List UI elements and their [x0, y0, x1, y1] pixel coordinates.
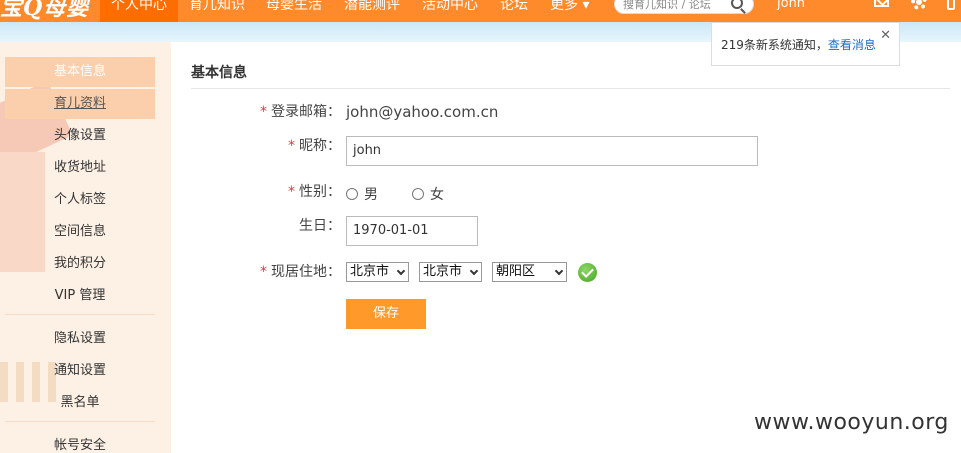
- chevron-down-icon: [554, 266, 564, 276]
- chevron-down-icon: [469, 266, 479, 276]
- email-label-text: 登录邮箱：: [271, 104, 341, 120]
- gender-female-radio[interactable]: 女: [412, 184, 444, 204]
- required-mark: *: [260, 264, 267, 280]
- radio-circle-icon[interactable]: [412, 188, 424, 200]
- birthday-input[interactable]: 1970-01-01: [346, 216, 478, 246]
- mobile-icon[interactable]: [947, 0, 955, 10]
- top-nav: 宝Q母婴 个人中心 育儿知识 母婴生活 潜能测评 活动中心 论坛 更多 ▾ 搜育…: [0, 0, 961, 22]
- birthday-label: 生日：: [299, 218, 341, 234]
- sidebar-divider: [5, 421, 155, 422]
- nickname-label: * 昵称：: [288, 137, 341, 155]
- notification-text: 219条新系统通知，查看消息: [721, 36, 876, 53]
- check-icon: [578, 263, 597, 282]
- mail-icon[interactable]: [874, 0, 889, 7]
- gender-label: * 性别：: [288, 183, 341, 201]
- sidebar-item-vip-management[interactable]: VIP 管理: [5, 281, 155, 311]
- sidebar-divider: [5, 314, 155, 315]
- chevron-down-icon: [396, 266, 406, 276]
- site-logo[interactable]: 宝Q母婴: [0, 0, 89, 21]
- nav-item-personal-center[interactable]: 个人中心: [100, 0, 178, 22]
- province-select[interactable]: 北京市: [346, 262, 409, 282]
- sidebar-item-basic-info[interactable]: 基本信息: [5, 57, 155, 87]
- nickname-input[interactable]: john: [346, 136, 758, 166]
- sidebar-item-personal-tags[interactable]: 个人标签: [5, 185, 155, 215]
- nav-more-label: 更多: [550, 0, 578, 13]
- nickname-label-text: 昵称：: [299, 138, 341, 154]
- nav-item-parenting-knowledge[interactable]: 育儿知识: [178, 0, 256, 22]
- nav-item-potential-test[interactable]: 潜能测评: [333, 0, 411, 22]
- nav-item-activity-center[interactable]: 活动中心: [411, 0, 489, 22]
- sidebar-item-account-security[interactable]: 帐号安全: [5, 431, 155, 453]
- watermark-text: www.wooyun.org: [754, 410, 949, 435]
- sidebar-item-blacklist[interactable]: 黑名单: [5, 388, 155, 418]
- required-mark: *: [288, 138, 295, 154]
- district-select[interactable]: 朝阳区: [492, 262, 567, 282]
- sidebar-item-space-info[interactable]: 空间信息: [5, 217, 155, 247]
- required-mark: *: [260, 104, 267, 120]
- sidebar-item-privacy-settings[interactable]: 隐私设置: [5, 324, 155, 354]
- sidebar-item-parenting-profile[interactable]: 育儿资料: [5, 89, 155, 119]
- gender-female-label: 女: [430, 187, 444, 203]
- page-title: 基本信息: [191, 65, 247, 81]
- nav-item-forum[interactable]: 论坛: [489, 0, 539, 22]
- notification-popup: 219条新系统通知，查看消息 ✕: [711, 22, 900, 66]
- search-input[interactable]: 搜育儿知识 / 论坛: [614, 0, 754, 14]
- city-select[interactable]: 北京市: [419, 262, 482, 282]
- username-link[interactable]: john: [777, 0, 805, 13]
- title-divider: [191, 88, 950, 89]
- view-messages-link[interactable]: 查看消息: [828, 38, 876, 52]
- gender-label-text: 性别：: [299, 184, 341, 200]
- sidebar-item-avatar-settings[interactable]: 头像设置: [5, 121, 155, 151]
- sidebar-item-my-points[interactable]: 我的积分: [5, 249, 155, 279]
- search-icon[interactable]: [731, 0, 743, 9]
- gender-male-label: 男: [364, 187, 378, 203]
- email-value: john@yahoo.com.cn: [346, 103, 499, 121]
- close-icon[interactable]: ✕: [880, 28, 891, 43]
- sidebar-item-shipping-address[interactable]: 收货地址: [5, 153, 155, 183]
- nav-item-mother-baby-life[interactable]: 母婴生活: [255, 0, 333, 22]
- gear-icon[interactable]: [911, 0, 927, 10]
- sidebar: 基本信息 育儿资料 头像设置 收货地址 个人标签 空间信息 我的积分 VIP 管…: [0, 42, 171, 453]
- search-placeholder: 搜育儿知识 / 论坛: [623, 0, 711, 11]
- gender-male-radio[interactable]: 男: [346, 184, 378, 204]
- radio-circle-icon[interactable]: [346, 188, 358, 200]
- required-mark: *: [288, 184, 295, 200]
- notification-count-text: 219条新系统通知，: [721, 38, 828, 52]
- nav-item-more[interactable]: 更多 ▾: [539, 0, 600, 22]
- sidebar-item-notification-settings[interactable]: 通知设置: [5, 356, 155, 386]
- email-label: * 登录邮箱：: [260, 103, 341, 121]
- city-value: 北京市: [423, 264, 463, 279]
- location-label-text: 现居住地：: [271, 264, 341, 280]
- district-value: 朝阳区: [496, 264, 536, 279]
- province-value: 北京市: [350, 264, 390, 279]
- save-button[interactable]: 保存: [346, 299, 426, 329]
- location-label: * 现居住地：: [260, 263, 341, 281]
